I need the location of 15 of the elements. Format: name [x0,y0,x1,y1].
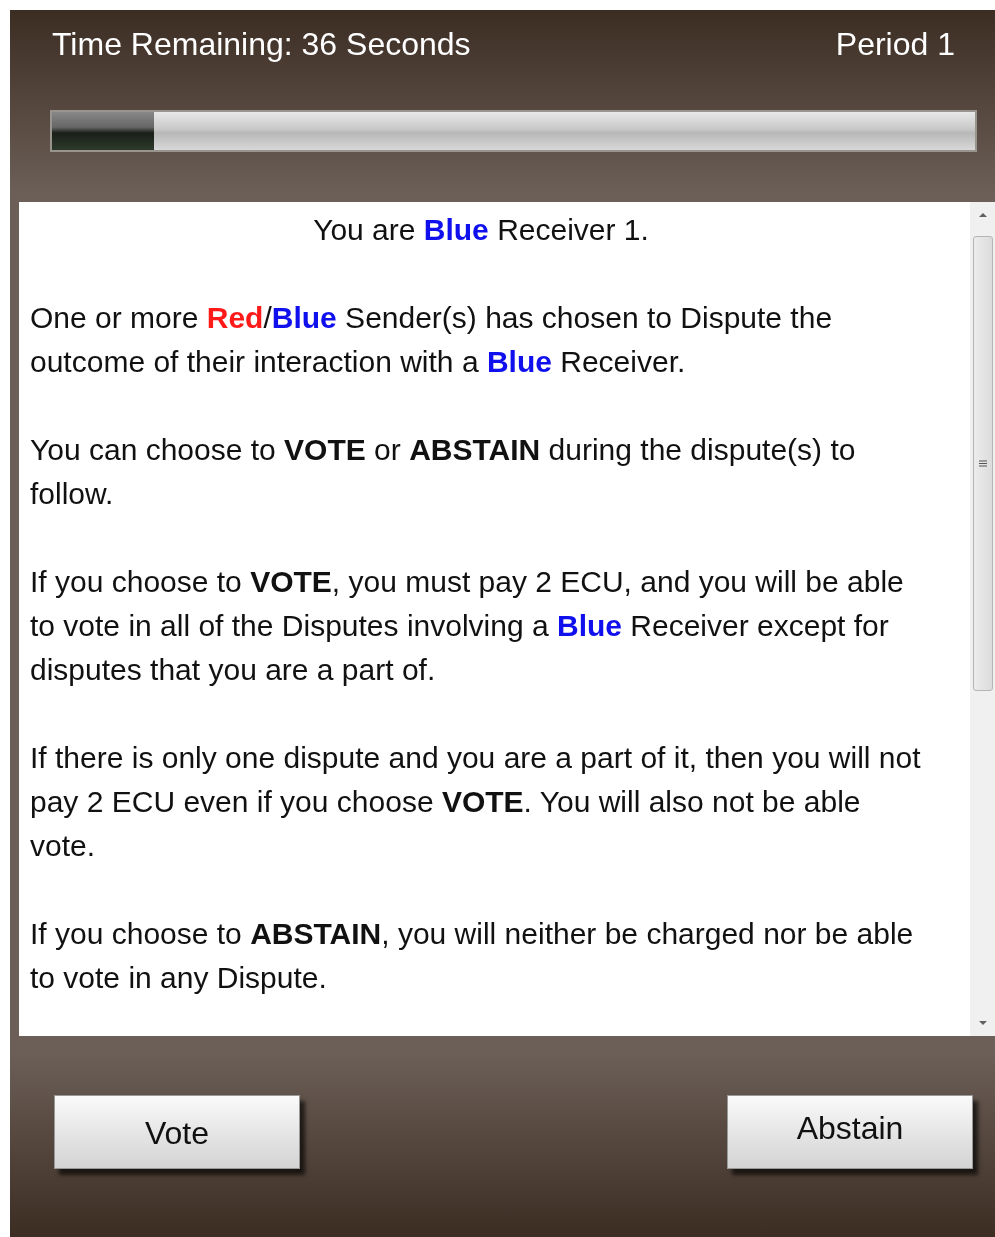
action-button[interactable]: Abstain [727,1094,973,1169]
scroll-thumb[interactable] [972,236,993,691]
scrollbar[interactable] [970,202,995,1036]
message-paragraph: One or more Red/Blue Sender(s) has chosen to Dispute the outcome of their interaction with a Blue Receiver. [30,300,834,380]
message-paragraph: If you choose to VOTE, you must pay 2 ECU, and you will be able to vote in all of the Disputes involving a Blue Receiver except for disputes that you are a part of. [30,564,905,688]
message-paragraph: If there is only one dispute and you are a part of it, then you will not pay 2 ECU even if you choose VOTE. You will also not be able vote. [30,740,922,864]
message-paragraph: You are Blue Receiver 1. [312,212,650,248]
grip-icon [978,460,987,467]
scroll-up-icon[interactable] [977,212,988,218]
message-paragraph: You can choose to VOTE or ABSTAIN during the dispute(s) to follow. [30,432,857,512]
period-label: Period 1 [835,26,955,64]
message-paragraph: If you choose to ABSTAIN, you will neither be charged nor be able to vote in any Dispute. [30,916,915,996]
scroll-down-icon[interactable] [977,1020,988,1026]
action-button[interactable]: Vote [54,1094,300,1169]
time-remaining-text: Time Remaining: 36 Seconds [52,26,471,64]
